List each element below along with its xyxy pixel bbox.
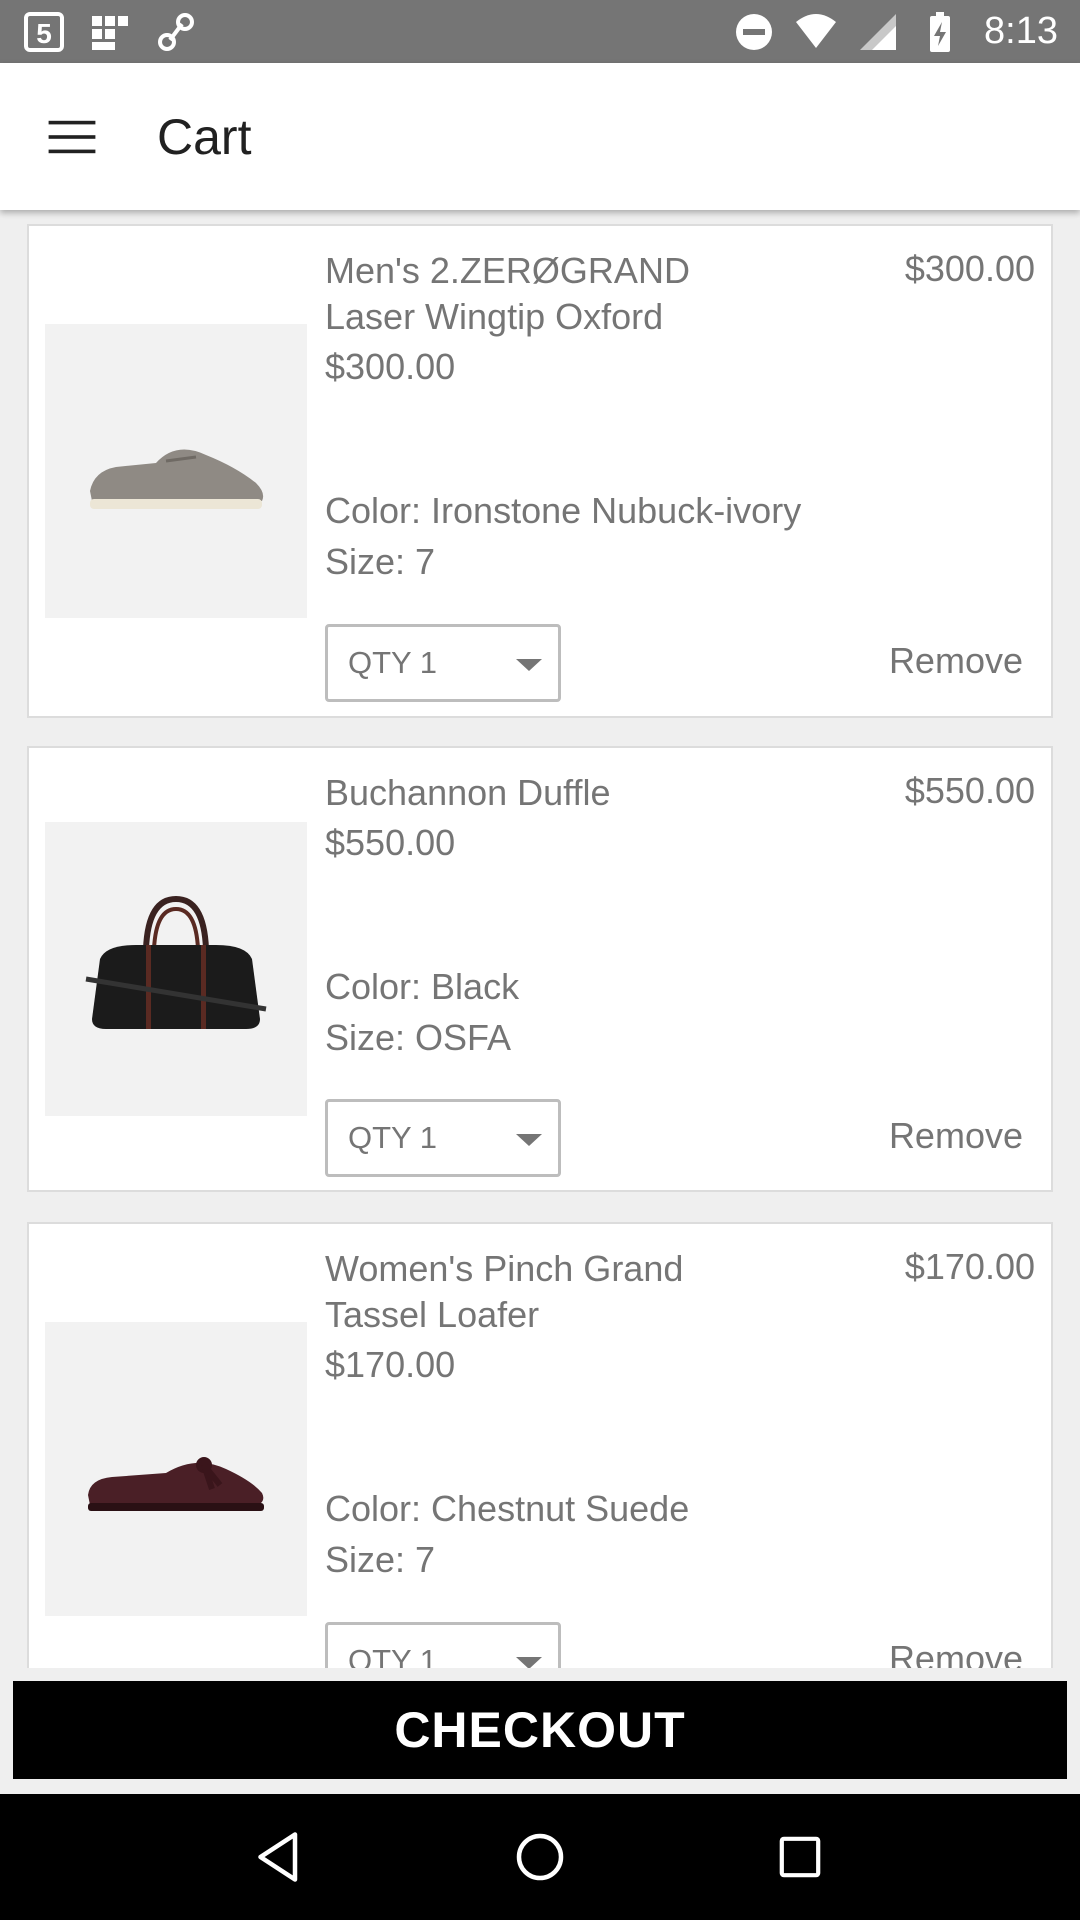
sim-five-icon: 5 xyxy=(22,10,66,54)
product-image[interactable] xyxy=(45,324,307,618)
item-line-price: $550.00 xyxy=(904,770,1035,811)
cart-item: Men's 2.ZERØGRAND Laser Wingtip Oxford $… xyxy=(27,224,1053,718)
navigation-bar xyxy=(0,1794,1080,1920)
hamburger-menu-icon[interactable] xyxy=(42,107,102,167)
item-line-price: $170.00 xyxy=(904,1246,1035,1287)
cart-item: Buchannon Duffle $550.00 $550.00 Color: … xyxy=(27,746,1053,1192)
do-not-disturb-icon xyxy=(732,10,776,54)
status-bar: 5 8:13 xyxy=(0,0,1080,63)
app-bar: Cart xyxy=(0,63,1080,210)
remove-button[interactable]: Remove xyxy=(889,1115,1023,1157)
dropdown-caret-icon xyxy=(516,659,542,671)
item-size: Size: 7 xyxy=(325,1539,436,1580)
page-title: Cart xyxy=(157,108,252,165)
dropdown-caret-icon xyxy=(516,1134,542,1146)
loafer-shoe-image xyxy=(88,1457,264,1511)
item-color: Color: Chestnut Suede xyxy=(325,1488,690,1529)
checkout-area: CHECKOUT xyxy=(0,1668,1080,1794)
item-size: Size: OSFA xyxy=(325,1017,512,1058)
status-clock: 8:13 xyxy=(984,10,1058,52)
cart-list[interactable]: Men's 2.ZERØGRAND Laser Wingtip Oxford $… xyxy=(0,210,1080,1668)
quantity-dropdown[interactable]: QTY 1 xyxy=(325,1622,561,1668)
status-left-icons: 5 xyxy=(22,10,198,54)
quantity-dropdown[interactable]: QTY 1 xyxy=(325,624,561,702)
status-right-icons: 8:13 xyxy=(732,10,1058,54)
cart-item: Women's Pinch Grand Tassel Loafer $170.0… xyxy=(27,1222,1053,1668)
quantity-value: QTY 1 xyxy=(348,645,438,680)
wifi-icon xyxy=(794,10,838,54)
item-unit-price: $170.00 xyxy=(325,1344,456,1385)
product-image[interactable] xyxy=(45,822,307,1116)
remove-button[interactable]: Remove xyxy=(889,640,1023,682)
quantity-dropdown[interactable]: QTY 1 xyxy=(325,1099,561,1177)
item-unit-price: $550.00 xyxy=(325,822,456,863)
item-line-price: $300.00 xyxy=(904,248,1035,289)
item-color: Color: Ironstone Nubuck-ivory xyxy=(325,490,802,531)
remove-button[interactable]: Remove xyxy=(889,1638,1023,1668)
dropdown-caret-icon xyxy=(516,1657,542,1668)
item-name[interactable]: Buchannon Duffle xyxy=(325,770,785,816)
grid-app-icon xyxy=(88,10,132,54)
recents-icon[interactable] xyxy=(760,1817,840,1897)
oxford-shoe-image xyxy=(90,449,264,509)
item-name[interactable]: Men's 2.ZERØGRAND Laser Wingtip Oxford xyxy=(325,248,785,340)
product-image[interactable] xyxy=(45,1322,307,1616)
item-unit-price: $300.00 xyxy=(325,346,456,387)
item-color: Color: Black xyxy=(325,966,520,1007)
quantity-value: QTY 1 xyxy=(348,1120,438,1155)
duffle-bag-image xyxy=(85,895,267,1029)
item-size: Size: 7 xyxy=(325,541,436,582)
checkout-button[interactable]: CHECKOUT xyxy=(13,1681,1067,1779)
signal-icon xyxy=(856,10,900,54)
back-icon[interactable] xyxy=(240,1817,320,1897)
item-name[interactable]: Women's Pinch Grand Tassel Loafer xyxy=(325,1246,785,1338)
link-icon xyxy=(154,10,198,54)
home-icon[interactable] xyxy=(500,1817,580,1897)
quantity-value: QTY 1 xyxy=(348,1643,438,1668)
battery-charging-icon xyxy=(918,10,962,54)
svg-text:5: 5 xyxy=(36,18,52,49)
